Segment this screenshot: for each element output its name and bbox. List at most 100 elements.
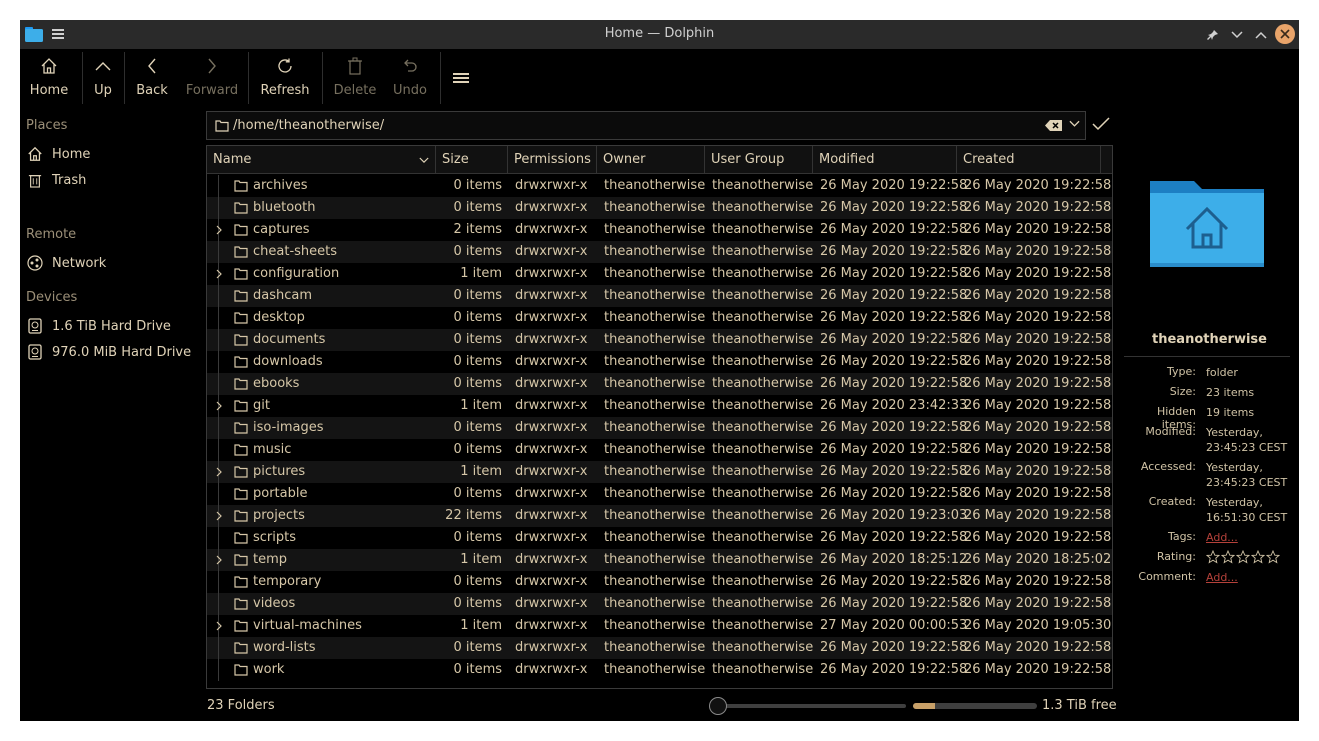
delete-button[interactable]: Delete [333, 49, 377, 107]
file-name[interactable]: temporary [253, 571, 433, 593]
home-icon [41, 58, 57, 74]
column-header-created[interactable]: Created [957, 146, 1101, 174]
table-row[interactable]: git 1 item drwxrwxr-x theanotherwise theanot… [207, 395, 1112, 417]
file-name[interactable]: iso-images [253, 417, 433, 439]
file-name[interactable]: captures [253, 219, 433, 241]
sidebar-item-trash[interactable]: Trash [26, 169, 86, 191]
column-header-owner[interactable]: Owner [597, 146, 705, 174]
file-name[interactable]: temp [253, 549, 433, 571]
table-row[interactable]: work 0 items drwxrwxr-x theanotherwise thean… [207, 659, 1112, 681]
file-name[interactable]: videos [253, 593, 433, 615]
table-row[interactable]: dashcam 0 items drwxrwxr-x theanotherwise th… [207, 285, 1112, 307]
refresh-button[interactable]: Refresh [260, 49, 310, 107]
chevron-down-icon[interactable] [1069, 120, 1080, 128]
expand-chevron-right-icon[interactable] [214, 467, 224, 477]
zoom-slider-track[interactable] [718, 704, 906, 708]
created-cell: 26 May 2020 19:22:58 [964, 288, 1112, 303]
file-name[interactable]: scripts [253, 527, 433, 549]
column-header-permissions[interactable]: Permissions [508, 146, 597, 174]
table-row[interactable]: desktop 0 items drwxrwxr-x theanotherwise th… [207, 307, 1112, 329]
expand-chevron-right-icon[interactable] [214, 401, 224, 411]
zoom-slider-handle[interactable] [709, 697, 727, 715]
star-icon[interactable] [1251, 550, 1265, 564]
file-name[interactable]: projects [253, 505, 433, 527]
more-menu-button[interactable] [450, 49, 472, 107]
table-row[interactable]: pictures 1 item drwxrwxr-x theanotherwise th… [207, 461, 1112, 483]
sidebar-item-network[interactable]: Network [26, 252, 106, 274]
table-row[interactable]: virtual-machines 1 item drwxrwxr-x theanoth… [207, 615, 1112, 637]
column-header-name[interactable]: Name [207, 146, 436, 174]
table-row[interactable]: ebooks 0 items drwxrwxr-x theanotherwise the… [207, 373, 1112, 395]
star-icon[interactable] [1221, 550, 1235, 564]
column-header-user-group[interactable]: User Group [705, 146, 813, 174]
expand-chevron-right-icon[interactable] [214, 225, 224, 235]
star-icon[interactable] [1236, 550, 1250, 564]
expand-chevron-right-icon[interactable] [214, 511, 224, 521]
file-name[interactable]: cheat-sheets [253, 241, 433, 263]
minimize-button[interactable] [1228, 26, 1246, 44]
table-row[interactable]: bluetooth 0 items drwxrwxr-x theanotherwise… [207, 197, 1112, 219]
file-name[interactable]: word-lists [253, 637, 433, 659]
checkmark-icon[interactable] [1092, 117, 1110, 131]
column-header-modified[interactable]: Modified [813, 146, 957, 174]
file-name[interactable]: downloads [253, 351, 433, 373]
file-name[interactable]: virtual-machines [253, 615, 433, 637]
table-row[interactable]: scripts 0 items drwxrwxr-x theanotherwise th… [207, 527, 1112, 549]
file-name[interactable]: work [253, 659, 433, 681]
file-name[interactable]: desktop [253, 307, 433, 329]
table-row[interactable]: cheat-sheets 0 items drwxrwxr-x theanotherw… [207, 241, 1112, 263]
expand-chevron-right-icon[interactable] [214, 555, 224, 565]
table-row[interactable]: configuration 1 item drwxrwxr-x theanotherw… [207, 263, 1112, 285]
tree-line [218, 307, 219, 329]
sidebar-item-home[interactable]: Home [26, 143, 90, 165]
undo-button[interactable]: Undo [390, 49, 430, 107]
table-row[interactable]: iso-images 0 items drwxrwxr-x theanotherwis… [207, 417, 1112, 439]
add-comment-link[interactable]: Add... [1206, 570, 1296, 585]
maximize-button[interactable] [1252, 26, 1270, 44]
star-icon[interactable] [1266, 550, 1280, 564]
table-row[interactable]: videos 0 items drwxrwxr-x theanotherwise the… [207, 593, 1112, 615]
table-row[interactable]: downloads 0 items drwxrwxr-x theanotherwise… [207, 351, 1112, 373]
file-name[interactable]: git [253, 395, 433, 417]
table-row[interactable]: archives 0 items drwxrwxr-x theanotherwise t… [207, 175, 1112, 197]
up-button[interactable]: Up [88, 49, 118, 107]
forward-button[interactable]: Forward [184, 49, 240, 107]
file-name[interactable]: dashcam [253, 285, 433, 307]
rating-stars[interactable] [1206, 550, 1280, 564]
expand-chevron-right-icon[interactable] [214, 621, 224, 631]
back-button[interactable]: Back [134, 49, 170, 107]
sidebar-item-hard-drive-2[interactable]: 976.0 MiB Hard Drive [26, 341, 191, 363]
file-name[interactable]: archives [253, 175, 433, 197]
table-row[interactable]: portable 0 items drwxrwxr-x theanotherwise t… [207, 483, 1112, 505]
folder-icon [234, 466, 248, 478]
clear-text-icon[interactable] [1045, 119, 1063, 132]
close-button[interactable] [1275, 24, 1295, 44]
table-row[interactable]: projects 22 items drwxrwxr-x theanotherwise… [207, 505, 1112, 527]
file-name[interactable]: bluetooth [253, 197, 433, 219]
file-name[interactable]: music [253, 439, 433, 461]
table-row[interactable]: temp 1 item drwxrwxr-x theanotherwise theano… [207, 549, 1112, 571]
file-name[interactable]: ebooks [253, 373, 433, 395]
table-row[interactable]: documents 0 items drwxrwxr-x theanotherwise… [207, 329, 1112, 351]
pin-button[interactable] [1204, 26, 1222, 44]
sidebar-item-label: 976.0 MiB Hard Drive [52, 344, 192, 360]
file-name[interactable]: documents [253, 329, 433, 351]
column-header-size[interactable]: Size [436, 146, 508, 174]
sidebar-item-hard-drive-1[interactable]: 1.6 TiB Hard Drive [26, 315, 171, 337]
add-tags-link[interactable]: Add... [1206, 530, 1296, 545]
file-name[interactable]: configuration [253, 263, 433, 285]
home-button[interactable]: Home [29, 49, 69, 107]
file-name[interactable]: pictures [253, 461, 433, 483]
expand-chevron-right-icon[interactable] [214, 269, 224, 279]
table-row[interactable]: temporary 0 items drwxrwxr-x theanotherwise… [207, 571, 1112, 593]
table-row[interactable]: word-lists 0 items drwxrwxr-x theanotherwis… [207, 637, 1112, 659]
table-row[interactable]: music 0 items drwxrwxr-x theanotherwise thea… [207, 439, 1112, 461]
undo-icon [404, 59, 417, 72]
location-bar[interactable]: /home/theanotherwise/ [206, 111, 1086, 140]
file-name[interactable]: portable [253, 483, 433, 505]
location-path[interactable]: /home/theanotherwise/ [233, 118, 384, 133]
tree-line [218, 175, 219, 197]
user-group-cell: theanotherwise [712, 420, 814, 435]
table-row[interactable]: captures 2 items drwxrwxr-x theanotherwise t… [207, 219, 1112, 241]
star-icon[interactable] [1206, 550, 1220, 564]
